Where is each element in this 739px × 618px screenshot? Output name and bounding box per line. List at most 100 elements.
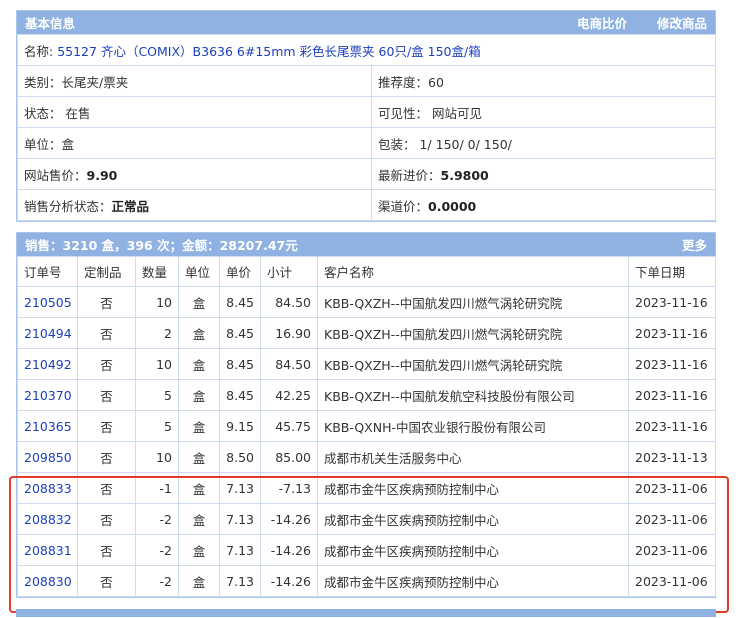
custom-cell: 否 — [77, 379, 136, 411]
sales-table-header: 订单号 定制品 数量 单位 单价 小计 客户名称 下单日期 — [17, 256, 716, 287]
sales-status-label: 销售分析状态： — [24, 198, 112, 214]
quantity-cell: 5 — [135, 410, 179, 442]
order-date-cell: 2023-11-16 — [628, 348, 716, 380]
name-label: 名称: — [24, 43, 54, 59]
unit-cell: 盒 — [178, 317, 220, 349]
subtotal-cell: -7.13 — [260, 472, 318, 504]
unit-cell: 单位：盒 — [17, 127, 372, 159]
header-unit-price: 单价 — [219, 256, 261, 287]
latest-cost-cell: 最新进价：5.9800 — [370, 158, 717, 190]
order-date-cell: 2023-11-06 — [628, 472, 716, 504]
order-no-cell: 208832 — [17, 503, 78, 535]
unit-cell: 盒 — [178, 410, 220, 442]
order-link[interactable]: 208832 — [24, 512, 72, 527]
customer-name-cell: KBB-QXZH--中国航发航空科技股份有限公司 — [317, 379, 629, 411]
quantity-cell: -2 — [135, 565, 179, 597]
table-row: 210492 否 10 盒 8.45 84.50 KBB-QXZH--中国航发四川燃气涡轮研… — [17, 348, 716, 380]
subtotal-cell: 84.50 — [260, 348, 318, 380]
header-unit: 单位 — [178, 256, 220, 287]
subtotal-cell: 85.00 — [260, 441, 318, 473]
basic-info-table: 名称: 55127 齐心（COMIX）B3636 6#15mm 彩色长尾票夹 6… — [16, 34, 717, 221]
status-cell: 状态： 在售 — [17, 96, 372, 128]
basic-info-panel: 基本信息 电商比价 修改商品 名称: 55127 齐心（COMIX）B3636 … — [16, 10, 717, 222]
custom-cell: 否 — [77, 317, 136, 349]
site-price-cell: 网站售价：9.90 — [17, 158, 372, 190]
table-row: 208832 否 -2 盒 7.13 -14.26 成都市金牛区疾病预防控制中心 2023-1… — [17, 503, 716, 535]
latest-cost-value: 5.9800 — [440, 167, 489, 183]
unit-price-cell: 8.45 — [219, 379, 261, 411]
unit-price-cell: 9.15 — [219, 410, 261, 442]
header-custom: 定制品 — [77, 256, 136, 287]
unit-price-cell: 7.13 — [219, 565, 261, 597]
subtotal-cell: 84.50 — [260, 286, 318, 318]
customer-name-cell: KBB-QXNH-中国农业银行股份有限公司 — [317, 410, 629, 442]
product-name-cell: 名称: 55127 齐心（COMIX）B3636 6#15mm 彩色长尾票夹 6… — [16, 34, 717, 66]
order-link[interactable]: 208831 — [24, 543, 72, 558]
unit-cell: 盒 — [178, 472, 220, 504]
header-quantity: 数量 — [135, 256, 179, 287]
price-compare-link[interactable]: 电商比价 — [577, 13, 627, 32]
recommend-cell: 推荐度：60 — [370, 65, 717, 97]
order-date-cell: 2023-11-06 — [628, 534, 716, 566]
subtotal-cell: 42.25 — [260, 379, 318, 411]
table-row: 209850 否 10 盒 8.50 85.00 成都市机关生活服务中心 2023-11-13 — [17, 441, 716, 473]
product-name-link[interactable]: 55127 齐心（COMIX）B3636 6#15mm 彩色长尾票夹 60只/盒… — [57, 44, 481, 59]
order-link[interactable]: 210492 — [24, 357, 72, 372]
order-no-cell: 210505 — [17, 286, 78, 318]
visibility-cell: 可见性： 网站可见 — [370, 96, 717, 128]
unit-cell: 盒 — [178, 348, 220, 380]
order-link[interactable]: 208833 — [24, 481, 72, 496]
header-customer-name: 客户名称 — [317, 256, 629, 287]
custom-cell: 否 — [77, 348, 136, 380]
quantity-cell: 5 — [135, 379, 179, 411]
table-row: 208831 否 -2 盒 7.13 -14.26 成都市金牛区疾病预防控制中心 2023-1… — [17, 534, 716, 566]
site-price-value: 9.90 — [86, 167, 118, 183]
sales-summary: 销售：3210 盒，396 次；金额：28207.47元 — [25, 238, 298, 253]
subtotal-cell: -14.26 — [260, 565, 318, 597]
customer-name-cell: KBB-QXZH--中国航发四川燃气涡轮研究院 — [317, 317, 629, 349]
quantity-cell: -1 — [135, 472, 179, 504]
order-date-cell: 2023-11-16 — [628, 410, 716, 442]
sales-header: 销售：3210 盒，396 次；金额：28207.47元 更多 — [17, 233, 715, 256]
order-link[interactable]: 210365 — [24, 419, 72, 434]
order-link[interactable]: 210370 — [24, 388, 72, 403]
customer-name-cell: 成都市金牛区疾病预防控制中心 — [317, 472, 629, 504]
order-no-cell: 210494 — [17, 317, 78, 349]
customer-name-cell: 成都市机关生活服务中心 — [317, 441, 629, 473]
order-link[interactable]: 210494 — [24, 326, 72, 341]
basic-info-header: 基本信息 电商比价 修改商品 — [17, 11, 715, 34]
channel-price-value: 0.0000 — [428, 198, 477, 214]
packaging-cell: 包装： 1/ 150/ 0/ 150/ — [370, 127, 717, 159]
order-date-cell: 2023-11-16 — [628, 317, 716, 349]
order-no-cell: 210365 — [17, 410, 78, 442]
unit-price-cell: 8.45 — [219, 317, 261, 349]
table-row: 208833 否 -1 盒 7.13 -7.13 成都市金牛区疾病预防控制中心 2023-11… — [17, 472, 716, 504]
order-link[interactable]: 208830 — [24, 574, 72, 589]
quantity-cell: 10 — [135, 441, 179, 473]
order-link[interactable]: 210505 — [24, 295, 72, 310]
order-no-cell: 209850 — [17, 441, 78, 473]
edit-product-link[interactable]: 修改商品 — [657, 13, 707, 32]
basic-info-title: 基本信息 — [25, 16, 76, 31]
customer-name-cell: 成都市金牛区疾病预防控制中心 — [317, 565, 629, 597]
order-date-cell: 2023-11-06 — [628, 565, 716, 597]
header-order-date: 下单日期 — [628, 256, 716, 287]
unit-cell: 盒 — [178, 534, 220, 566]
order-no-cell: 208831 — [17, 534, 78, 566]
sales-table-body: 210505 否 10 盒 8.45 84.50 KBB-QXZH--中国航发四川燃气涡轮研… — [17, 286, 716, 597]
order-link[interactable]: 209850 — [24, 450, 72, 465]
custom-cell: 否 — [77, 410, 136, 442]
header-order-no: 订单号 — [17, 256, 78, 287]
order-date-cell: 2023-11-16 — [628, 286, 716, 318]
unit-cell: 盒 — [178, 286, 220, 318]
latest-cost-label: 最新进价： — [378, 167, 441, 183]
unit-price-cell: 8.45 — [219, 286, 261, 318]
unit-cell: 盒 — [178, 503, 220, 535]
unit-price-cell: 7.13 — [219, 503, 261, 535]
unit-price-cell: 7.13 — [219, 472, 261, 504]
quantity-cell: 2 — [135, 317, 179, 349]
unit-cell: 盒 — [178, 441, 220, 473]
order-date-cell: 2023-11-13 — [628, 441, 716, 473]
more-link[interactable]: 更多 — [682, 235, 707, 254]
quantity-cell: 10 — [135, 286, 179, 318]
